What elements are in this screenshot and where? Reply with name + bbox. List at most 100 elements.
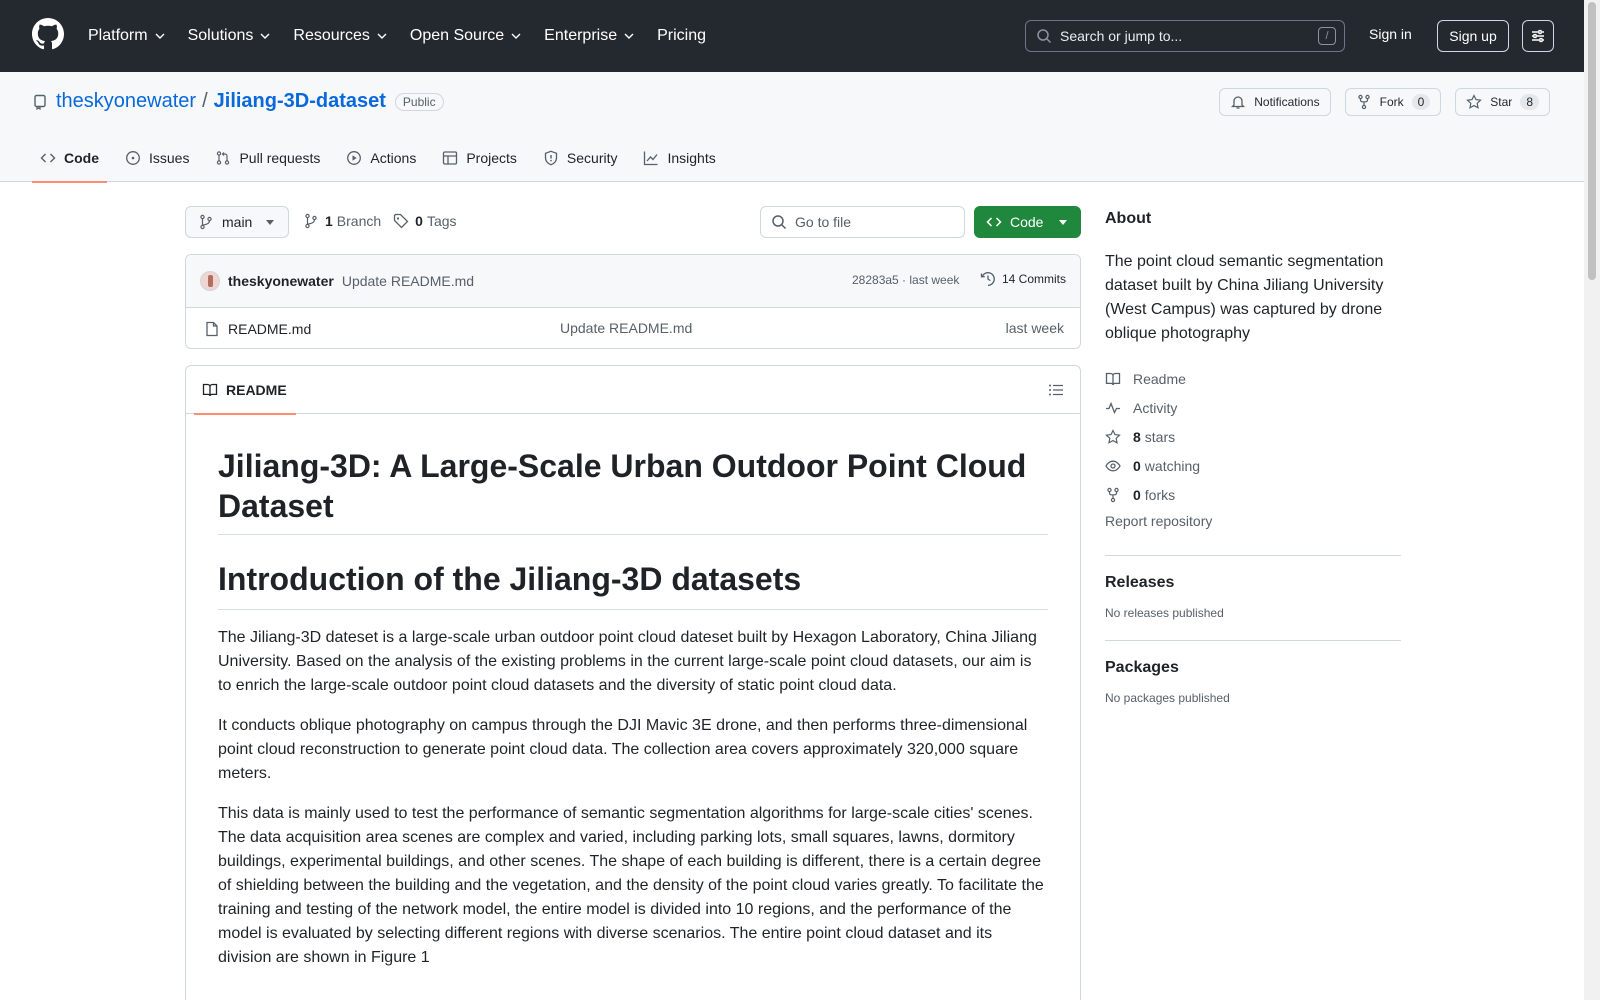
- report-repository-link[interactable]: Report repository: [1105, 513, 1401, 535]
- repo-header: theskyonewater / Jiliang-3D-dataset Publ…: [0, 72, 1584, 183]
- repo-actions: Notifications Fork 0 Star 8: [1205, 88, 1550, 116]
- nav-platform[interactable]: Platform: [88, 27, 166, 45]
- github-logo-icon[interactable]: [32, 18, 64, 50]
- chevron-down-icon: [260, 33, 270, 39]
- shield-icon: [544, 150, 558, 166]
- readme-tab[interactable]: README: [194, 366, 296, 415]
- repo-owner-link[interactable]: theskyonewater: [56, 90, 196, 113]
- file-name-link[interactable]: README.md: [228, 321, 311, 337]
- tab-insights-label: Insights: [667, 150, 716, 166]
- fork-icon: [1107, 487, 1119, 502]
- book-icon: [1105, 372, 1121, 385]
- avatar[interactable]: [200, 271, 220, 291]
- commit-author-link[interactable]: theskyonewater: [228, 273, 334, 289]
- branch-select-button[interactable]: main: [185, 206, 289, 238]
- tag-label[interactable]: Tags: [427, 213, 457, 229]
- tab-projects[interactable]: Projects: [434, 134, 525, 182]
- star-button[interactable]: Star 8: [1455, 88, 1550, 116]
- repo-icon: [34, 94, 46, 110]
- nav-pricing[interactable]: Pricing: [657, 27, 706, 45]
- releases-empty-text: No releases published: [1105, 606, 1224, 620]
- tab-issues-label: Issues: [149, 150, 190, 166]
- tab-code[interactable]: Code: [32, 134, 107, 183]
- go-to-file-input[interactable]: Go to file: [760, 206, 965, 238]
- stars-link[interactable]: 8 stars: [1105, 422, 1401, 451]
- readme-paragraph: It conducts oblique photography on campu…: [218, 717, 1028, 782]
- tab-insights[interactable]: Insights: [635, 134, 723, 182]
- branch-label[interactable]: Branch: [337, 213, 381, 229]
- releases-heading[interactable]: Releases: [1105, 574, 1401, 592]
- nav-open-source[interactable]: Open Source: [410, 27, 522, 45]
- notifications-button[interactable]: Notifications: [1219, 88, 1331, 116]
- tab-actions[interactable]: Actions: [338, 134, 424, 182]
- history-icon: [980, 272, 995, 286]
- readme-tab-label: README: [226, 382, 287, 398]
- fork-icon: [1357, 94, 1370, 110]
- scrollbar-thumb[interactable]: [1588, 2, 1596, 280]
- star-label: Star: [1490, 95, 1513, 109]
- notifications-label: Notifications: [1254, 95, 1320, 109]
- watching-label: watching: [1144, 457, 1201, 474]
- sign-in-link[interactable]: Sign in: [1369, 26, 1412, 42]
- tab-issues[interactable]: Issues: [117, 134, 197, 182]
- go-to-file-placeholder: Go to file: [795, 214, 852, 230]
- fork-count: 0: [1411, 94, 1431, 110]
- table-row[interactable]: README.md Update README.md last week: [186, 308, 1080, 348]
- nav-enterprise[interactable]: Enterprise: [544, 27, 635, 45]
- repo-title: theskyonewater / Jiliang-3D-dataset Publ…: [32, 90, 444, 113]
- commit-hash-age[interactable]: 28283a5 · last week: [852, 273, 959, 287]
- commits-history-link[interactable]: 14 Commits: [980, 271, 1066, 287]
- readme-intro-heading: Introduction of the Jiliang-3D datasets: [218, 559, 1048, 610]
- branch-tag-info: 1 Branch 0 Tags: [303, 213, 457, 229]
- activity-link-label: Activity: [1133, 399, 1178, 416]
- file-list: theskyonewater Update README.md 28283a5 …: [185, 254, 1081, 349]
- nav-open-source-label: Open Source: [409, 27, 505, 44]
- tab-security-label: Security: [566, 150, 618, 166]
- divider: [1105, 555, 1401, 556]
- top-nav: Platform Solutions Resources Open Source…: [88, 0, 728, 72]
- code-dropdown-button[interactable]: Code: [974, 206, 1081, 238]
- tab-pull-requests-label: Pull requests: [239, 150, 321, 166]
- list-icon[interactable]: [1048, 382, 1064, 398]
- packages-empty-text: No packages published: [1105, 691, 1230, 705]
- fork-button[interactable]: Fork 0: [1344, 88, 1442, 116]
- nav-platform-label: Platform: [88, 27, 148, 44]
- tab-code-label: Code: [64, 150, 99, 166]
- page-scrollbar[interactable]: [1584, 0, 1600, 1000]
- chevron-down-icon: [511, 33, 521, 39]
- code-icon: [986, 217, 1002, 227]
- stars-label: stars: [1144, 428, 1176, 445]
- forks-link[interactable]: 0 forks: [1105, 480, 1401, 509]
- readme-panel: README Jiliang-3D: A Large-Scale Urban O…: [185, 365, 1081, 1000]
- play-icon: [347, 151, 362, 165]
- activity-link[interactable]: Activity: [1105, 393, 1401, 422]
- latest-commit-row: theskyonewater Update README.md 28283a5 …: [186, 255, 1080, 308]
- packages-heading[interactable]: Packages: [1105, 659, 1401, 677]
- tab-projects-label: Projects: [466, 150, 517, 166]
- tab-security[interactable]: Security: [535, 134, 626, 182]
- star-icon: [1466, 94, 1483, 109]
- commit-message-link[interactable]: Update README.md: [342, 273, 474, 289]
- branch-count[interactable]: 1: [325, 213, 333, 229]
- tag-count[interactable]: 0: [415, 213, 423, 229]
- nav-enterprise-label: Enterprise: [544, 27, 618, 44]
- branch-icon: [200, 214, 212, 230]
- star-icon: [1105, 428, 1121, 444]
- menu-button[interactable]: [1522, 20, 1554, 52]
- readme-link[interactable]: Readme: [1105, 364, 1401, 393]
- chevron-down-icon: [624, 33, 634, 39]
- repo-name-link[interactable]: Jiliang-3D-dataset: [214, 90, 386, 113]
- file-commit-age: last week: [1005, 320, 1064, 336]
- readme-paragraph: This data is mainly used to test the per…: [218, 805, 1044, 966]
- nav-resources[interactable]: Resources: [293, 27, 387, 45]
- caret-down-icon: [1059, 220, 1067, 225]
- watching-count: 0: [1133, 457, 1141, 474]
- global-search-input[interactable]: Search or jump to... /: [1025, 20, 1345, 52]
- nav-solutions[interactable]: Solutions: [188, 27, 272, 45]
- tab-pull-requests[interactable]: Pull requests: [207, 134, 328, 182]
- chevron-down-icon: [377, 33, 387, 39]
- search-icon: [772, 215, 787, 230]
- watching-link[interactable]: 0 watching: [1105, 451, 1401, 480]
- sign-up-button[interactable]: Sign up: [1437, 20, 1509, 52]
- file-commit-message[interactable]: Update README.md: [560, 320, 692, 336]
